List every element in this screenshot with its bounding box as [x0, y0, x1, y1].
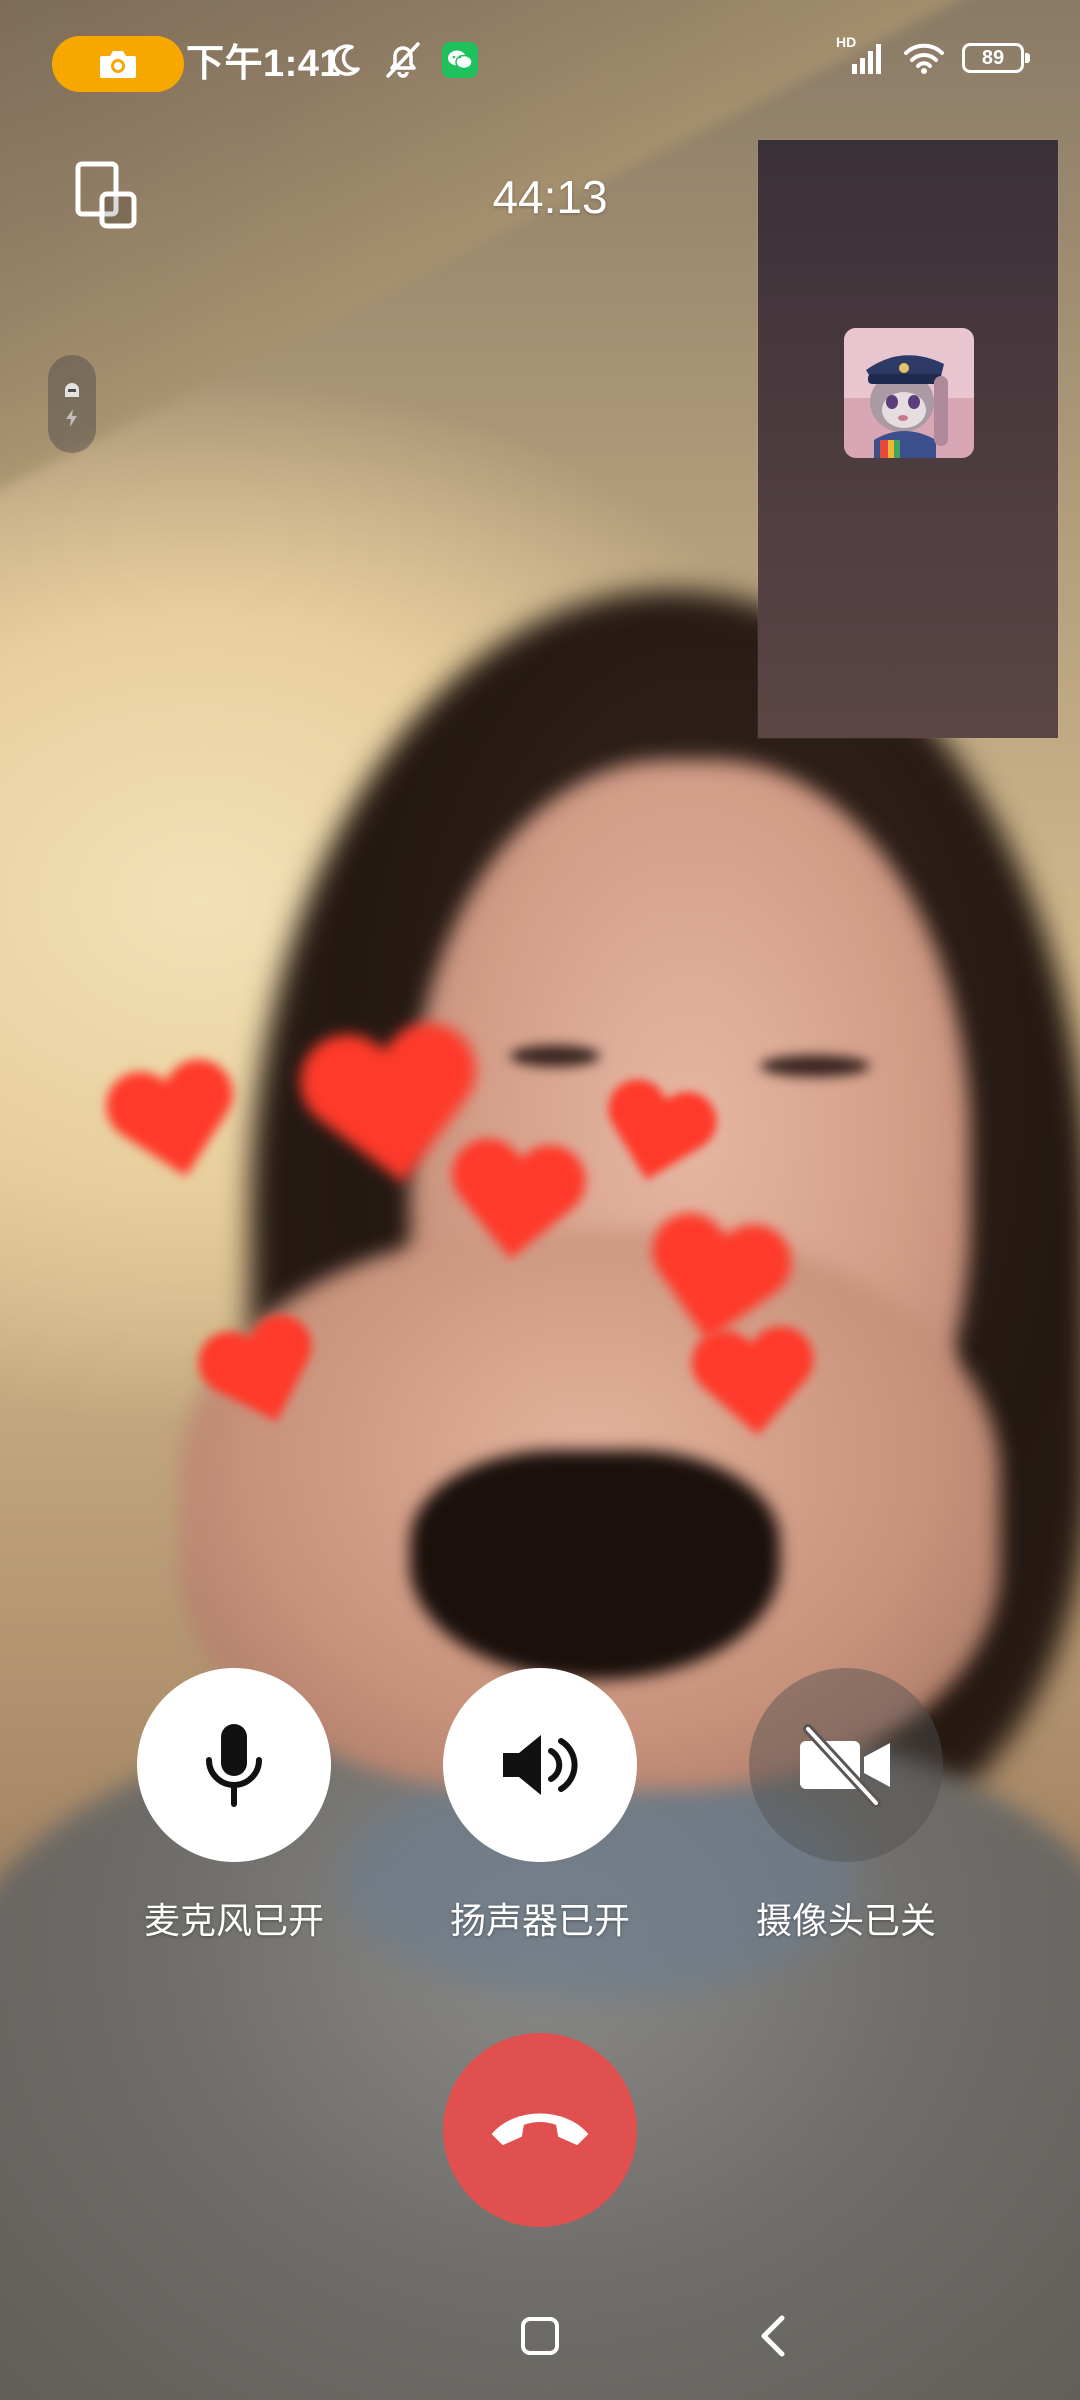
- robot-icon: [65, 383, 79, 397]
- wifi-icon: [904, 43, 944, 74]
- feed-eye: [510, 1045, 600, 1067]
- heart-effect: [686, 1326, 825, 1465]
- feed-hand-heart: [410, 1450, 780, 1680]
- self-avatar: [844, 328, 974, 458]
- wechat-icon: [442, 42, 478, 78]
- self-view-window[interactable]: [758, 140, 1058, 738]
- moon-icon: [331, 44, 360, 76]
- microphone-icon: [206, 1724, 262, 1807]
- feed-eye: [760, 1055, 870, 1077]
- minimize-window-button[interactable]: [72, 160, 144, 232]
- camera-toggle[interactable]: 摄像头已关: [746, 1668, 946, 1944]
- heart-effect: [96, 1054, 258, 1216]
- camera-button[interactable]: [749, 1668, 943, 1862]
- lightning-icon: [66, 409, 77, 427]
- floating-window-icon: [75, 161, 137, 229]
- camera-off-icon: [800, 1724, 890, 1807]
- speaker-button[interactable]: [443, 1668, 637, 1862]
- heart-effect: [436, 1136, 593, 1293]
- back-chevron-icon: [761, 2315, 785, 2357]
- camera-label: 摄像头已关: [755, 1900, 936, 1941]
- status-time: 下午1:41: [186, 43, 342, 85]
- home-button[interactable]: [520, 2316, 560, 2356]
- phone-hangup-icon: [492, 2113, 588, 2145]
- video-call-screen: 下午1:41 HD 89 44:13 麦克风已开 扬声器已开 摄像头已关: [0, 0, 1080, 2400]
- hang-up-button[interactable]: [443, 2033, 637, 2227]
- speaker-label: 扬声器已开: [449, 1900, 630, 1941]
- battery-level: 89: [981, 47, 1005, 69]
- home-square-icon: [521, 2317, 559, 2355]
- screen-record-indicator[interactable]: [52, 36, 184, 92]
- speaker-toggle[interactable]: 扬声器已开: [440, 1668, 640, 1944]
- speaker-icon: [503, 1735, 578, 1795]
- microphone-toggle[interactable]: 麦克风已开: [134, 1668, 334, 1944]
- status-icons-right: HD 89: [836, 34, 1030, 76]
- status-icons-left: [326, 40, 478, 80]
- side-floating-handle[interactable]: [48, 355, 96, 453]
- status-bar: 下午1:41 HD 89: [0, 0, 1080, 120]
- microphone-label: 麦克风已开: [143, 1900, 324, 1941]
- back-button[interactable]: [752, 2312, 800, 2360]
- bell-off-icon: [386, 42, 420, 78]
- signal-icon: HD: [836, 34, 886, 76]
- call-duration: 44:13: [492, 171, 608, 223]
- microphone-button[interactable]: [137, 1668, 331, 1862]
- battery-icon: 89: [962, 43, 1030, 73]
- camera-icon: [100, 51, 136, 78]
